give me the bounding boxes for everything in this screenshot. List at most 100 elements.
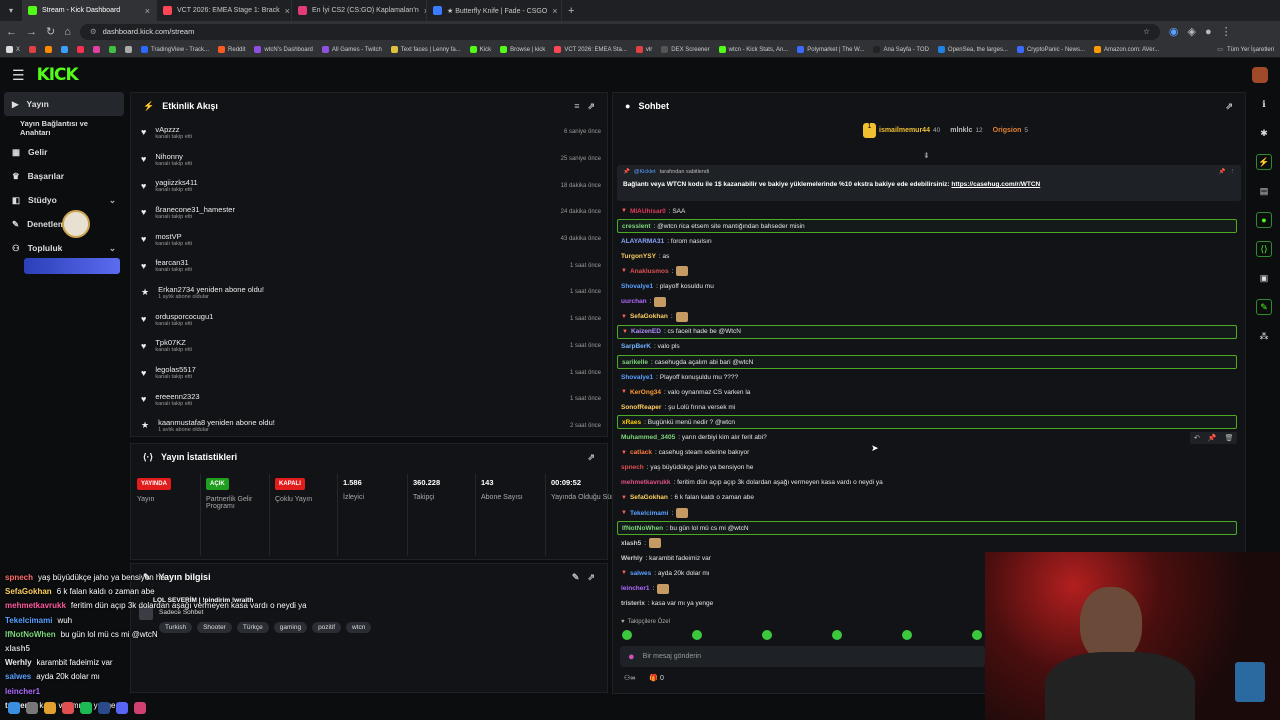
chat-username[interactable]: IfNotNoWhen <box>622 525 663 532</box>
users-icon[interactable]: ⚇∞ <box>624 674 635 682</box>
chat-username[interactable]: Tekelcimami <box>630 510 669 517</box>
bookmark-item[interactable] <box>109 46 117 53</box>
search-icon[interactable] <box>26 702 38 714</box>
bookmark-item[interactable] <box>93 46 101 53</box>
gift-count[interactable]: 🎁 0 <box>649 674 664 682</box>
bookmark-item[interactable]: Amazon.com: AVer... <box>1093 46 1159 53</box>
close-tab-icon[interactable]: × <box>285 6 290 16</box>
chat-username[interactable]: KerOng34 <box>630 389 661 396</box>
user-avatar[interactable] <box>1252 67 1268 83</box>
chat-leader[interactable]: mlnklc 12 <box>950 127 982 134</box>
chat-username[interactable]: cresslent <box>622 223 651 230</box>
tag-chip[interactable]: gaming <box>273 622 308 633</box>
popout-icon[interactable]: ⇗ <box>587 101 595 112</box>
bookmark-item[interactable]: VCT 2026: EMEA Sta... <box>554 46 627 53</box>
close-tab-icon[interactable]: × <box>145 6 150 16</box>
chat-rail-icon[interactable]: ● <box>1256 212 1272 228</box>
discord-icon[interactable] <box>116 702 128 714</box>
popout-icon[interactable]: ⇗ <box>587 452 595 463</box>
share-icon[interactable]: ⁂ <box>1256 328 1272 344</box>
chat-username[interactable]: xlash5 <box>621 540 641 547</box>
stats-rail-icon[interactable]: ⟨⟩ <box>1256 241 1272 257</box>
extensions-puzzle-icon[interactable]: ◈ <box>1187 25 1195 38</box>
chat-username[interactable]: mehmetkavrukk <box>621 479 671 486</box>
mic-icon[interactable]: ● <box>628 651 635 663</box>
quick-emote-icon[interactable] <box>622 630 632 640</box>
extension-icon[interactable]: ◉ <box>1169 25 1179 38</box>
chat-username[interactable]: catlack <box>630 449 652 456</box>
info-circle-icon[interactable]: ℹ <box>1256 96 1272 112</box>
chat-username[interactable]: xRaes <box>622 419 641 426</box>
sidebar-item-0[interactable]: ▶ Yayın <box>4 92 124 116</box>
unpin-icon[interactable]: 📌 <box>1219 169 1226 175</box>
layers-icon[interactable]: ▣ <box>1256 270 1272 286</box>
chat-username[interactable]: KaizenED <box>631 328 661 335</box>
reply-icon[interactable]: ↶ <box>1194 434 1200 442</box>
tag-chip[interactable]: wtcn <box>346 622 372 633</box>
chat-username[interactable]: SefaGokhan <box>630 494 668 501</box>
hamburger-menu-icon[interactable]: ☰ <box>12 67 25 84</box>
quick-emote-icon[interactable] <box>972 630 982 640</box>
chat-leader[interactable]: 1 ismailmemur44 40 <box>863 123 940 138</box>
chat-username[interactable]: SonofReaper <box>621 404 661 411</box>
new-tab-button[interactable]: + <box>562 5 580 17</box>
bookmark-item[interactable]: Kick <box>469 46 491 53</box>
bookmark-item[interactable]: wtcN's Dashboard <box>254 46 313 53</box>
chrome-icon[interactable] <box>62 702 74 714</box>
filter-icon[interactable]: ≡ <box>574 101 579 111</box>
chat-username[interactable]: spnech <box>621 464 644 471</box>
bug-icon[interactable]: ✱ <box>1256 125 1272 141</box>
chevron-down-icon[interactable]: ⌄ <box>109 243 116 254</box>
chat-username[interactable]: SefaGokhan <box>630 313 668 320</box>
start-icon[interactable] <box>8 702 20 714</box>
tag-chip[interactable]: Shooter <box>197 622 232 633</box>
bookmark-item[interactable]: All Games - Twitch <box>321 46 382 53</box>
tools-icon[interactable]: ✎ <box>1256 299 1272 315</box>
document-icon[interactable]: ▤ <box>1256 183 1272 199</box>
bookmark-item[interactable]: vlr <box>635 46 652 53</box>
tag-chip[interactable]: Türkçe <box>236 622 269 633</box>
chat-username[interactable]: Muhammed_3405 <box>621 434 675 441</box>
forward-icon[interactable]: → <box>26 26 37 38</box>
chat-username[interactable]: uurchan <box>621 298 647 305</box>
profile-avatar[interactable]: ● <box>1205 26 1212 38</box>
app-icon[interactable] <box>134 702 146 714</box>
sidebar-item-6[interactable]: ⚇ Topluluk ⌄ <box>0 236 128 260</box>
bookmark-item[interactable]: DEX Screener <box>661 46 710 53</box>
bookmark-item[interactable]: CryptoPanic - News... <box>1016 46 1085 53</box>
spotify-icon[interactable] <box>80 702 92 714</box>
browser-tab[interactable]: ★ Butterfly Knife | Fade - CSGO × <box>427 0 562 21</box>
browser-tab[interactable]: Stream - Kick Dashboard × <box>22 0 157 21</box>
bookmark-item[interactable] <box>45 46 53 53</box>
chat-username[interactable]: ALAYARMA31 <box>621 238 664 245</box>
bolt-rail-icon[interactable]: ⚡ <box>1256 154 1272 170</box>
sidebar-item-1[interactable]: Yayın Bağlantısı ve Anahtarı <box>0 116 128 140</box>
chat-username[interactable]: MIAUhisar0 <box>630 208 666 215</box>
popout-icon[interactable]: ⇗ <box>587 572 595 583</box>
popout-icon[interactable]: ⇗ <box>1225 101 1233 112</box>
browser-tab[interactable]: VCT 2026: EMEA Stage 1: Brack × <box>157 0 292 21</box>
chat-username[interactable]: sarikelle <box>622 359 648 366</box>
bookmark-item[interactable]: Browse | kick <box>500 46 545 53</box>
pin-message-icon[interactable]: 📌 <box>1208 434 1217 442</box>
url-field[interactable]: ⚙ dashboard.kick.com/stream ☆ <box>79 23 1160 40</box>
quick-emote-icon[interactable] <box>832 630 842 640</box>
bookmark-item[interactable] <box>29 46 37 53</box>
pinned-menu-icon[interactable]: ⋮ <box>1230 169 1236 175</box>
home-icon[interactable]: ⌂ <box>64 26 71 38</box>
tab-search-icon[interactable]: ▾ <box>0 6 22 15</box>
edit-icon[interactable]: ✎ <box>572 572 580 583</box>
sidebar-item-2[interactable]: ▦ Gelir <box>0 140 128 164</box>
bookmark-item[interactable]: OpenSea, the larges... <box>937 46 1008 53</box>
all-bookmarks-button[interactable]: ▭ Tüm Yer İşaretleri <box>1217 46 1274 54</box>
sidebar-promo-banner[interactable] <box>24 258 120 274</box>
bookmark-item[interactable] <box>125 46 133 53</box>
chat-input[interactable]: ● Bir mesaj gönderin <box>620 646 985 667</box>
chat-username[interactable]: Anaklusmos <box>630 268 669 275</box>
tag-chip[interactable]: Turkish <box>159 622 193 633</box>
sidebar-item-4[interactable]: ◧ Stüdyo ⌄ <box>0 188 128 212</box>
bookmark-item[interactable]: X <box>6 46 20 53</box>
expand-leaders-icon[interactable]: ⇟ <box>923 151 930 160</box>
bookmark-item[interactable]: TradingView - Track... <box>141 46 209 53</box>
bookmark-item[interactable]: Polymarket | The W... <box>797 46 864 53</box>
